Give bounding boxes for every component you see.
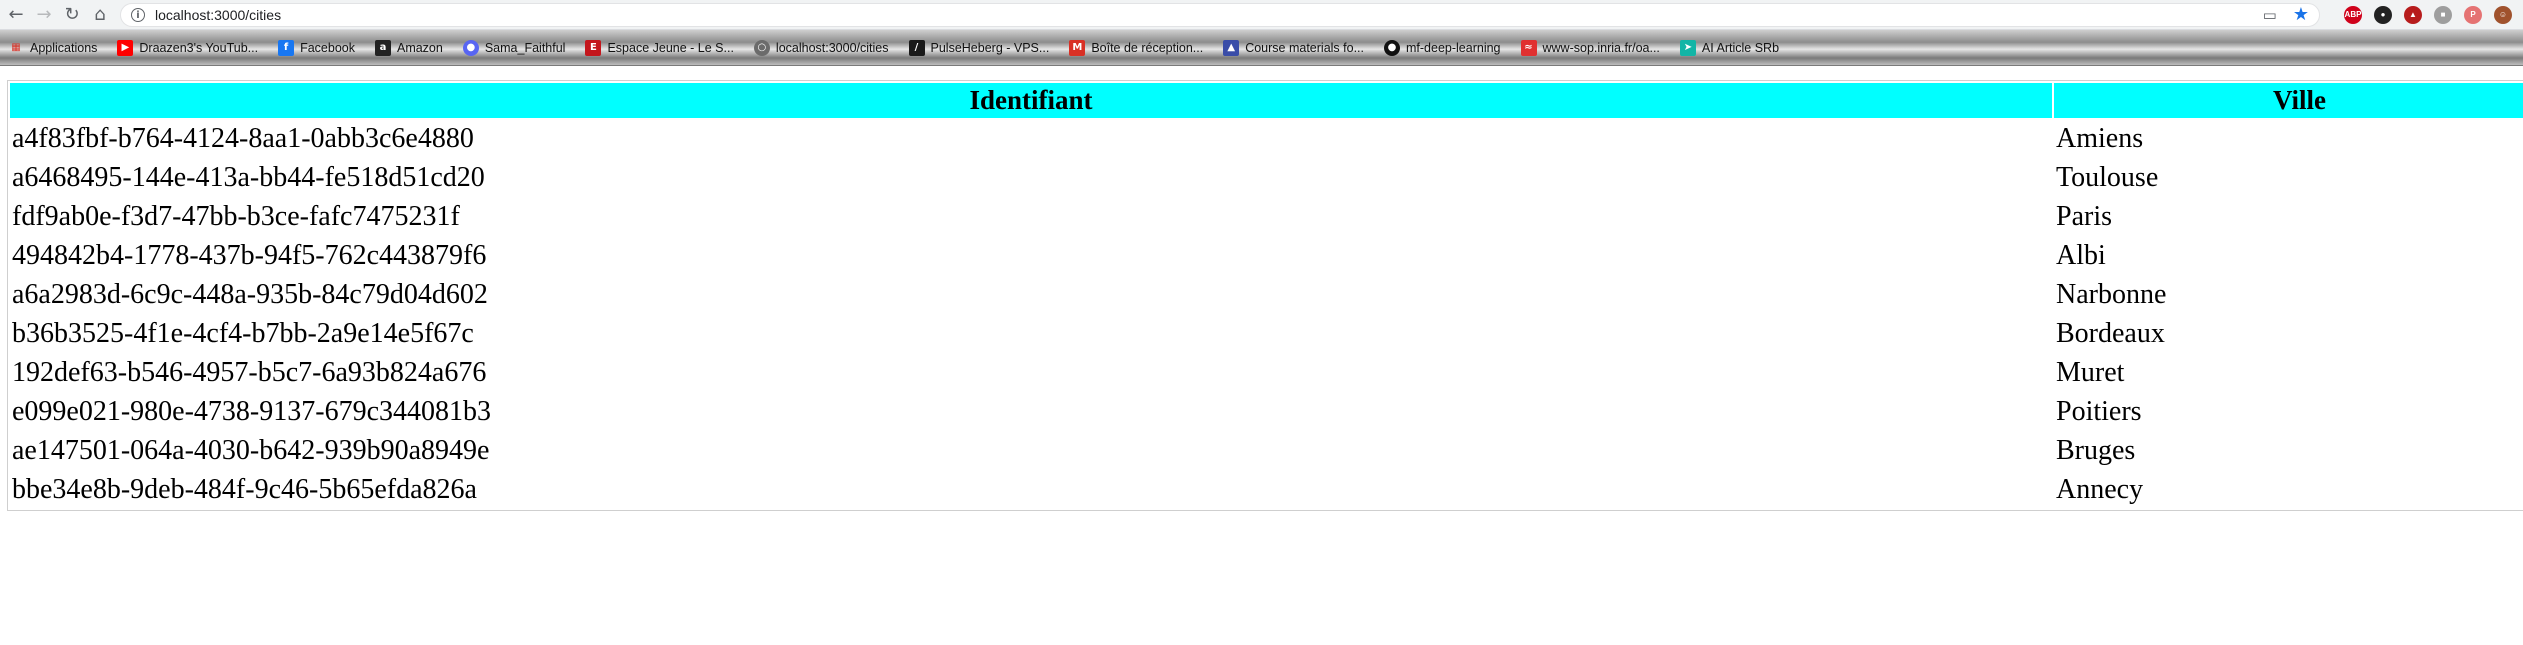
bookmark-label: localhost:3000/cities (775, 40, 889, 55)
cell-ville: Poitiers (2056, 395, 2142, 427)
extensions-area: ABP ● ▲ ■ P ☺ (2344, 5, 2512, 24)
bookmark-label: AI Article SRb (1701, 40, 1780, 55)
bookmark-label: PulseHeberg - VPS... (930, 40, 1050, 55)
bookmark-ai-article[interactable]: ➤ AI Article SRb (1679, 39, 1780, 56)
bookmark-label: Facebook (300, 40, 355, 55)
apps-grid-icon: ▦ (11, 42, 21, 53)
home-icon[interactable]: ⌂ (88, 3, 112, 27)
cities-table: Identifiant Ville a4f83fbf-b764-4124-8aa… (7, 80, 2523, 511)
bookmark-star-icon[interactable]: ★ (2293, 4, 2309, 25)
table-row: 494842b4-1778-437b-94f5-762c443879f6 Alb… (10, 237, 2523, 274)
bookmark-inria[interactable]: ≈ www-sop.inria.fr/oa... (1520, 39, 1660, 56)
cell-identifiant: 192def63-b546-4957-b5c7-6a93b824a676 (12, 356, 487, 388)
cell-ville: Bordeaux (2056, 317, 2165, 349)
bookmark-label: Course materials fo... (1245, 40, 1364, 55)
bookmark-youtube[interactable]: ▶ Draazen3's YouTub... (117, 39, 259, 56)
bookmark-label: Boîte de réception... (1091, 40, 1204, 55)
cell-identifiant: b36b3525-4f1e-4cf4-b7bb-2a9e14e5f67c (12, 317, 474, 349)
extension-gray-icon[interactable]: ■ (2434, 5, 2452, 24)
table-row: bbe34e8b-9deb-484f-9c46-5b65efda826a Ann… (10, 471, 2523, 508)
cell-identifiant: a6a2983d-6c9c-448a-935b-84c79d04d602 (12, 278, 488, 310)
header-identifiant: Identifiant (10, 83, 2052, 118)
cell-ville: Narbonne (2056, 278, 2167, 310)
bookmark-label: Applications (30, 40, 98, 55)
cell-identifiant: a4f83fbf-b764-4124-8aa1-0abb3c6e4880 (12, 122, 474, 154)
table-row: fdf9ab0e-f3d7-47bb-b3ce-fafc7475231f Par… (10, 198, 2523, 235)
bookmark-mf-deep-learning[interactable]: ● mf-deep-learning (1384, 39, 1501, 56)
bookmark-pulseheberg[interactable]: / PulseHeberg - VPS... (908, 39, 1050, 56)
bookmark-sama-faithful[interactable]: ● Sama_Faithful (462, 39, 566, 56)
bookmark-label: mf-deep-learning (1406, 40, 1501, 55)
youtube-icon: ▶ (117, 39, 134, 56)
cell-ville: Toulouse (2056, 161, 2159, 193)
bookmark-gmail[interactable]: M Boîte de réception... (1069, 39, 1204, 56)
header-ville: Ville (2054, 83, 2523, 118)
espace-jeune-icon: E (585, 39, 602, 56)
cell-identifiant: e099e021-980e-4738-9137-679c344081b3 (12, 395, 492, 427)
cell-ville: Annecy (2056, 473, 2144, 505)
cell-ville: Paris (2056, 200, 2112, 232)
cell-identifiant: a6468495-144e-413a-bb44-fe518d51cd20 (12, 161, 485, 193)
bookmark-espace-jeune[interactable]: E Espace Jeune - Le S... (585, 39, 734, 56)
table-row: a6468495-144e-413a-bb44-fe518d51cd20 Tou… (10, 159, 2523, 196)
table-row: e099e021-980e-4738-9137-679c344081b3 Poi… (10, 393, 2523, 430)
pulseheberg-icon: / (908, 39, 925, 56)
bookmark-facebook[interactable]: f Facebook (278, 39, 355, 56)
profile-avatar-icon[interactable]: ☺ (2494, 5, 2512, 24)
address-bar[interactable]: i localhost:3000/cities ▭ ★ (120, 2, 2320, 27)
cell-ville: Muret (2056, 356, 2125, 388)
table-row: 192def63-b546-4957-b5c7-6a93b824a676 Mur… (10, 354, 2523, 391)
globe-icon: ○ (753, 39, 770, 56)
cast-icon[interactable]: ▭ (2263, 6, 2277, 24)
site-info-icon[interactable]: i (131, 7, 145, 22)
adblock-icon[interactable]: ABP (2344, 5, 2362, 24)
inria-icon: ≈ (1520, 39, 1537, 56)
arrow-back-icon[interactable]: ← (4, 3, 28, 27)
cell-identifiant: bbe34e8b-9deb-484f-9c46-5b65efda826a (12, 473, 477, 505)
cell-ville: Amiens (2056, 122, 2144, 154)
cell-ville: Albi (2056, 239, 2106, 271)
table-row: ae147501-064a-4030-b642-939b90a8949e Bru… (10, 432, 2523, 469)
page-content: Identifiant Ville a4f83fbf-b764-4124-8aa… (0, 66, 2523, 511)
extension-dark-icon[interactable]: ● (2374, 5, 2392, 24)
table-row: b36b3525-4f1e-4cf4-b7bb-2a9e14e5f67c Bor… (10, 315, 2523, 352)
discord-icon: ● (462, 39, 479, 56)
url-text[interactable]: localhost:3000/cities (155, 7, 2263, 23)
facebook-icon: f (278, 39, 295, 56)
bookmark-applications[interactable]: ▦ Applications (8, 40, 97, 56)
table-row: a4f83fbf-b764-4124-8aa1-0abb3c6e4880 Ami… (10, 120, 2523, 157)
bookmark-label: Draazen3's YouTub... (139, 40, 259, 55)
cell-identifiant: 494842b4-1778-437b-94f5-762c443879f6 (12, 239, 487, 271)
course-icon: ▲ (1223, 39, 1240, 56)
bookmark-localhost-cities[interactable]: ○ localhost:3000/cities (753, 39, 889, 56)
cell-ville: Bruges (2056, 434, 2136, 466)
bookmark-label: www-sop.inria.fr/oa... (1542, 40, 1660, 55)
table-row: a6a2983d-6c9c-448a-935b-84c79d04d602 Nar… (10, 276, 2523, 313)
bookmark-course-materials[interactable]: ▲ Course materials fo... (1223, 39, 1364, 56)
extension-red-icon[interactable]: ▲ (2404, 5, 2422, 24)
ai-article-icon: ➤ (1679, 39, 1696, 56)
bookmarks-bar: ▦ Applications ▶ Draazen3's YouTub... f … (0, 30, 2523, 66)
extension-pdf-icon[interactable]: P (2464, 5, 2482, 24)
bookmark-amazon[interactable]: a Amazon (374, 39, 443, 56)
reload-icon[interactable]: ↻ (60, 3, 84, 27)
gmail-icon: M (1069, 39, 1086, 56)
amazon-icon: a (374, 39, 391, 56)
github-icon: ● (1384, 39, 1400, 56)
bookmark-label: Espace Jeune - Le S... (607, 40, 734, 55)
bookmark-label: Sama_Faithful (484, 40, 566, 55)
bookmark-label: Amazon (396, 40, 443, 55)
cell-identifiant: fdf9ab0e-f3d7-47bb-b3ce-fafc7475231f (12, 200, 460, 232)
table-header-row: Identifiant Ville (10, 83, 2523, 118)
cell-identifiant: ae147501-064a-4030-b642-939b90a8949e (12, 434, 490, 466)
arrow-forward-icon[interactable]: → (32, 3, 56, 27)
browser-toolbar: ← → ↻ ⌂ i localhost:3000/cities ▭ ★ ABP … (0, 0, 2523, 30)
